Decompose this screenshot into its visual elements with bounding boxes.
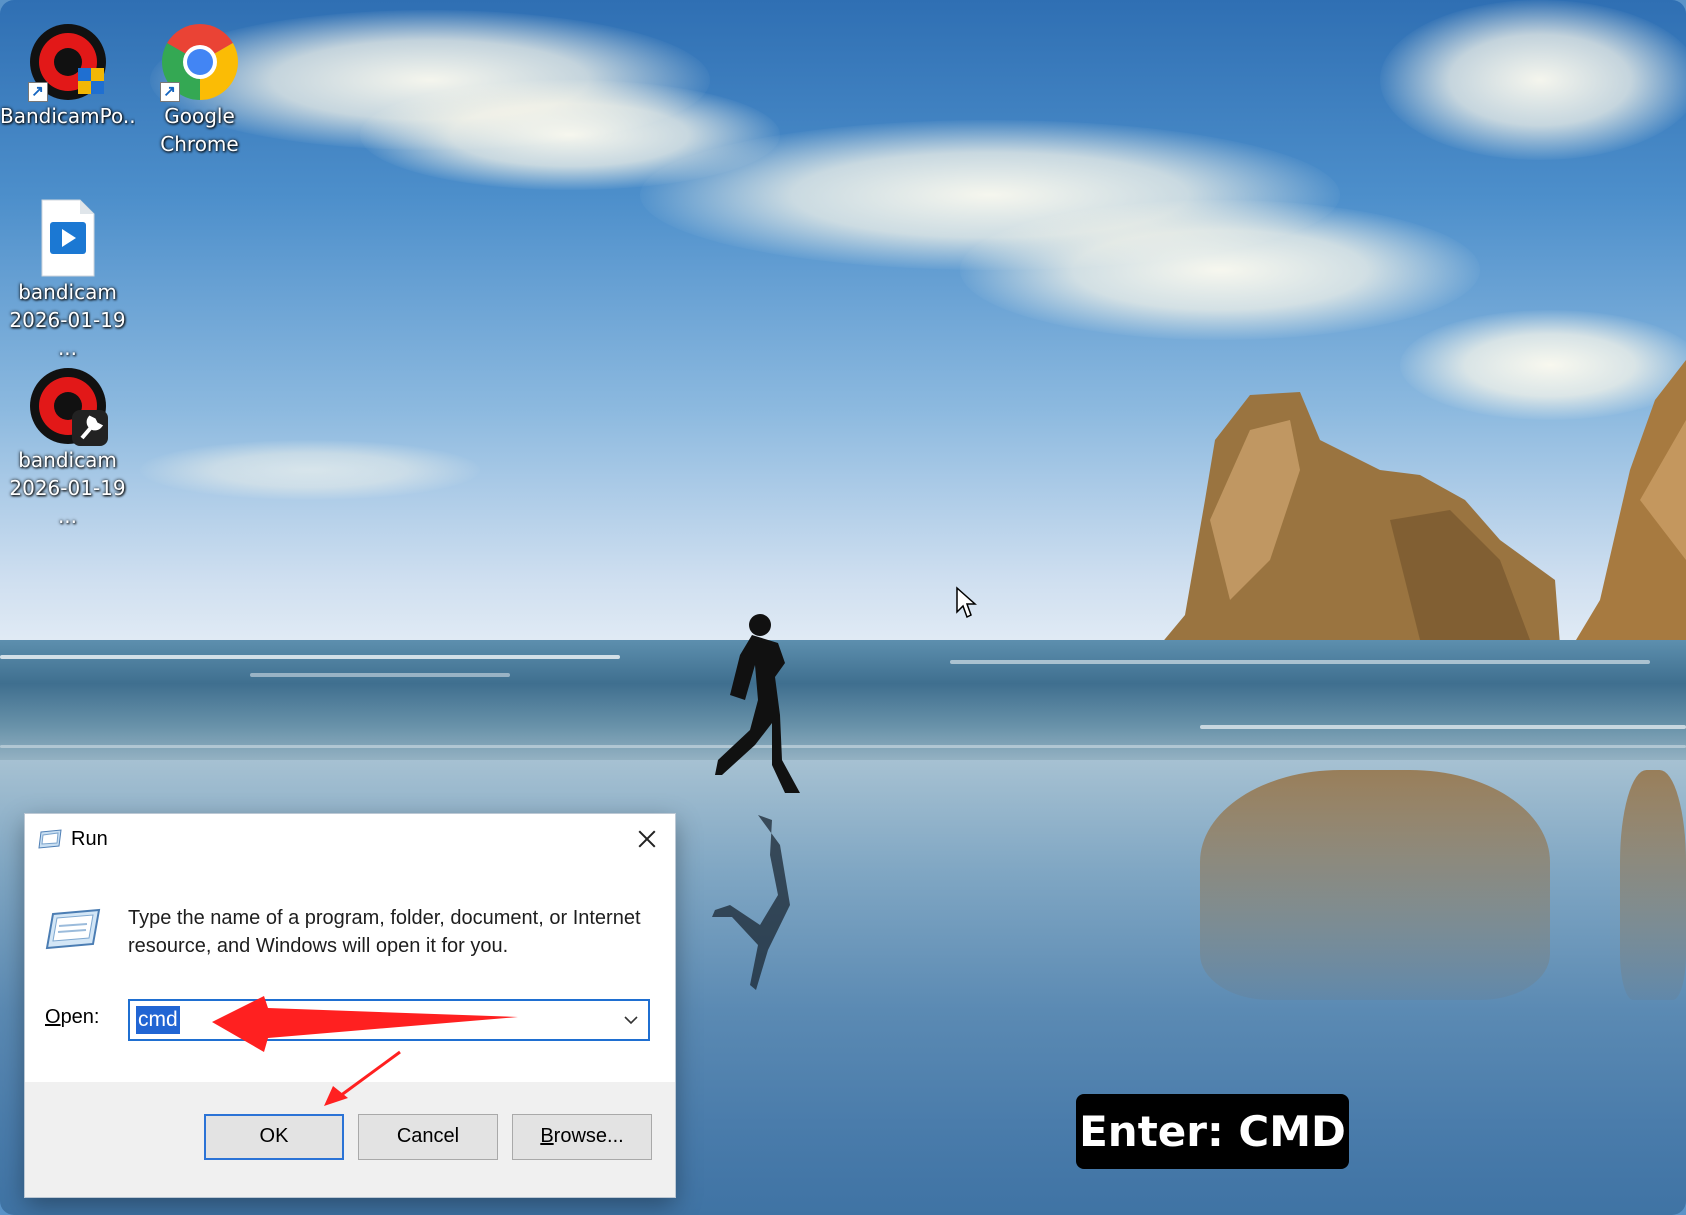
arrow-to-ok-head-icon	[324, 1086, 348, 1106]
arrow-to-input-icon	[212, 996, 518, 1052]
arrow-to-ok-icon	[339, 1050, 401, 1098]
annotation-arrows	[212, 996, 518, 1106]
caption-overlay: Enter: CMD	[1076, 1094, 1349, 1169]
